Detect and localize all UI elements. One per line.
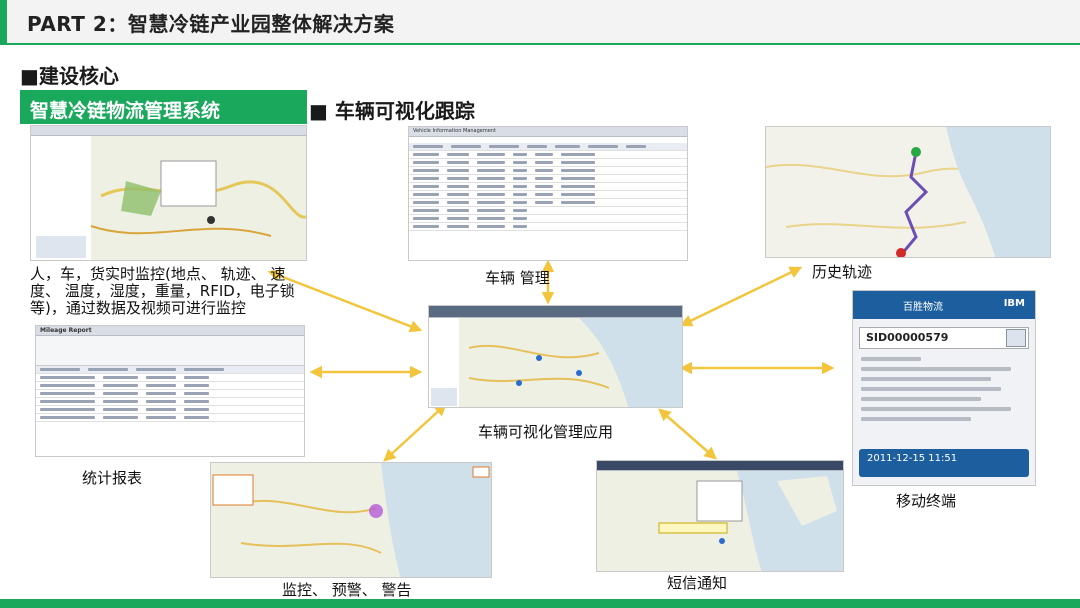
arrow-to-alert [383, 403, 447, 462]
caption-vehicle-manage: 车辆 管理 [485, 269, 550, 287]
mobile-query-value: SID00000579 [866, 331, 949, 344]
caption-stats-report: 统计报表 [82, 469, 143, 487]
mobile-terminal-screenshot: 百胜物流 IBM SID00000579 2011-12-15 11:51 [852, 290, 1036, 486]
history-track-screenshot [765, 126, 1051, 258]
sms-map-thumbnail [597, 471, 843, 571]
mobile-status-footer: 2011-12-15 11:51 [859, 449, 1029, 477]
subsection-heading: ■ 车辆可视化跟踪 [309, 99, 475, 123]
title-bar: PART 2：智慧冷链产业园整体解决方案 [0, 0, 1080, 44]
mobile-query-field: SID00000579 [859, 327, 1029, 349]
caption-mobile-terminal: 移动终端 [896, 492, 957, 510]
alert-map-thumbnail [211, 463, 491, 577]
page-title: PART 2：智慧冷链产业园整体解决方案 [27, 12, 395, 36]
track-map-thumbnail [766, 127, 1050, 257]
center-app-screenshot [428, 305, 683, 408]
alert-monitor-screenshot [210, 462, 492, 578]
mileage-report-screenshot: Mileage Report [35, 325, 305, 457]
arrow-to-history [679, 266, 803, 327]
caption-sms: 短信通知 [667, 574, 728, 592]
vehicle-management-screenshot: Vehicle Information Management [408, 126, 688, 261]
mobile-ibm-logo: IBM [1003, 298, 1025, 309]
vehicle-table-title: Vehicle Information Management [409, 127, 687, 137]
system-banner: 智慧冷链物流管理系统 [20, 90, 307, 124]
caption-history-track: 历史轨迹 [812, 263, 873, 281]
title-divider [0, 43, 1080, 45]
realtime-monitor-screenshot [30, 125, 307, 261]
center-map-thumbnail [429, 318, 682, 407]
bottom-bar [0, 599, 1080, 608]
map-thumbnail [31, 136, 306, 260]
sms-notify-screenshot [596, 460, 844, 572]
slide: PART 2：智慧冷链产业园整体解决方案 ■建设核心 智慧冷链物流管理系统 ■ … [0, 0, 1080, 608]
caption-center-app: 车辆可视化管理应用 [478, 423, 614, 441]
mobile-header: 百胜物流 IBM [853, 291, 1035, 319]
mileage-report-title: Mileage Report [36, 326, 304, 336]
mobile-brand: 百胜物流 [903, 302, 943, 313]
mobile-footer-time: 2011-12-15 11:51 [867, 453, 958, 464]
arrow-to-sms [658, 408, 717, 460]
caption-alert: 监控、 预警、 警告 [282, 581, 412, 599]
search-icon [1006, 329, 1026, 347]
monitor-description: 人，车，货实时监控(地点、 轨迹、 速度、 温度，湿度，重量，RFID，电子锁等… [30, 265, 295, 317]
section-heading: ■建设核心 [20, 64, 119, 88]
